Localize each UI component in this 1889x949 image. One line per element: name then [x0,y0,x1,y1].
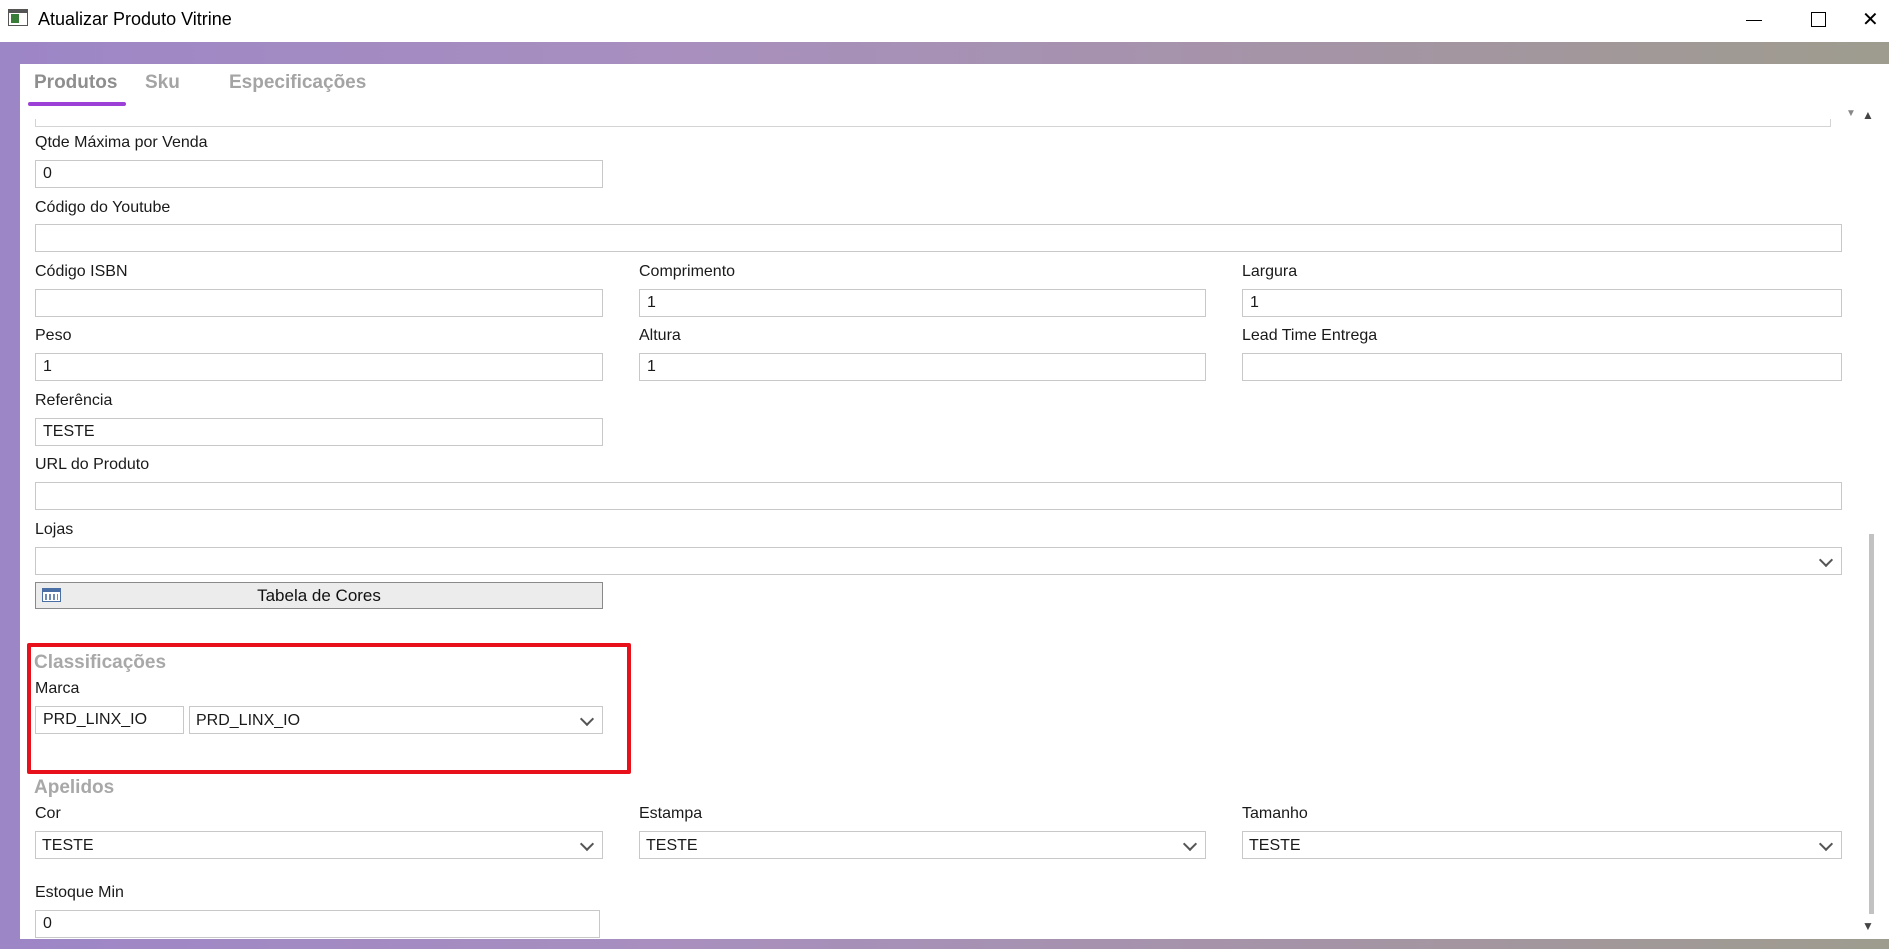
codigo-isbn-label: Código ISBN [35,263,128,280]
tabela-cores-label: Tabela de Cores [257,586,381,605]
estoque-min-input[interactable]: 0 [35,910,600,938]
tab-especificacoes[interactable]: Especificações [229,72,366,94]
chevron-down-icon [1818,836,1834,852]
calendar-grid-icon [42,588,61,602]
marca-select-value: PRD_LINX_IO [196,712,301,729]
tamanho-select[interactable]: TESTE [1242,831,1842,859]
peso-label: Peso [35,327,72,344]
marca-label: Marca [35,680,80,697]
marca-select[interactable]: PRD_LINX_IO [189,706,603,734]
estampa-label: Estampa [639,805,703,822]
maximize-icon [1810,11,1826,27]
classificacoes-title: Classificações [34,652,167,673]
comprimento-input[interactable]: 1 [639,289,1206,317]
cor-select-value: TESTE [42,837,94,854]
tab-produtos[interactable]: Produtos [34,72,117,94]
altura-input[interactable]: 1 [639,353,1206,381]
partial-field-above [35,119,1831,127]
window-title: Atualizar Produto Vitrine [38,9,232,29]
codigo-youtube-label: Código do Youtube [35,199,171,216]
form-panel: Produtos Sku Especificações ▼ Qtde Máxim… [20,64,1889,939]
tamanho-select-value: TESTE [1249,837,1301,854]
active-tab-indicator [28,102,126,106]
referencia-input[interactable]: TESTE [35,418,603,446]
largura-label: Largura [1242,263,1298,280]
lojas-label: Lojas [35,521,74,538]
close-icon: ✕ [1862,8,1879,31]
codigo-isbn-input[interactable] [35,289,603,317]
referencia-label: Referência [35,392,113,409]
chevron-down-icon: ▼ [1846,108,1856,119]
peso-input[interactable]: 1 [35,353,603,381]
codigo-youtube-input[interactable] [35,224,1842,252]
estoque-min-label: Estoque Min [35,884,124,901]
app-icon [8,9,28,26]
lead-time-input[interactable] [1242,353,1842,381]
scroll-down-arrow[interactable]: ▼ [1862,919,1874,933]
lead-time-label: Lead Time Entrega [1242,327,1378,344]
chevron-down-icon [579,711,595,727]
minimize-button[interactable] [1726,0,1782,38]
qtde-maxima-input[interactable]: 0 [35,160,603,188]
tab-sku[interactable]: Sku [145,72,180,94]
minimize-icon [1746,19,1762,21]
title-bar: Atualizar Produto Vitrine ✕ [0,0,1889,42]
tabela-cores-button[interactable]: Tabela de Cores [35,582,603,609]
maximize-button[interactable] [1790,0,1846,38]
estampa-select-value: TESTE [646,837,698,854]
largura-input[interactable]: 1 [1242,289,1842,317]
scrollbar-thumb[interactable] [1869,534,1874,914]
comprimento-label: Comprimento [639,263,736,280]
lojas-select[interactable] [35,547,1842,575]
close-button[interactable]: ✕ [1862,0,1889,38]
qtde-maxima-label: Qtde Máxima por Venda [35,134,208,151]
marca-code-input[interactable]: PRD_LINX_IO [35,706,184,734]
apelidos-title: Apelidos [34,777,115,798]
chevron-down-icon [1182,836,1198,852]
tamanho-label: Tamanho [1242,805,1308,822]
chevron-down-icon [579,836,595,852]
url-produto-label: URL do Produto [35,456,150,473]
estampa-select[interactable]: TESTE [639,831,1206,859]
chevron-down-icon [1818,552,1834,568]
scroll-up-arrow[interactable]: ▲ [1862,108,1874,122]
cor-select[interactable]: TESTE [35,831,603,859]
url-produto-input[interactable] [35,482,1842,510]
altura-label: Altura [639,327,681,344]
cor-label: Cor [35,805,61,822]
